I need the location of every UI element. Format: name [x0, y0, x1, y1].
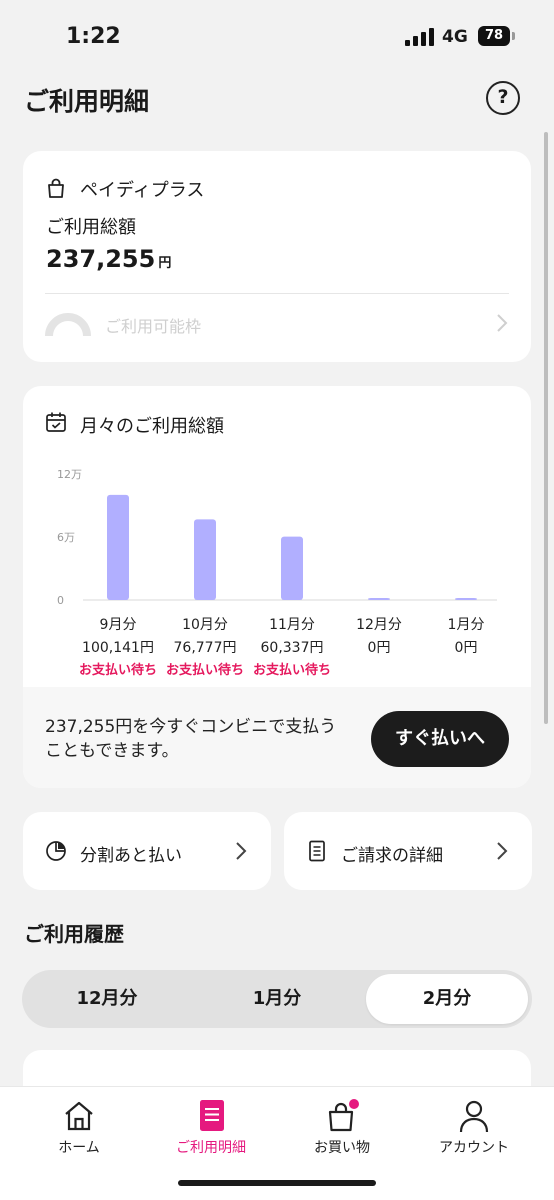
- y-tick-label: 0: [57, 594, 64, 607]
- statement-icon: [200, 1100, 224, 1131]
- chart-bar: [368, 598, 390, 600]
- chart-bar: [194, 519, 216, 600]
- pay-now-message: 237,255円を今すぐコンビニで支払うこともできます。: [45, 717, 337, 761]
- x-tick-label: 1月分: [448, 617, 485, 633]
- payment-status-label: お支払い待ち: [166, 662, 244, 678]
- tab-january[interactable]: 1月分: [196, 974, 358, 1024]
- installment-link[interactable]: 分割あと払い: [23, 812, 271, 890]
- scrollbar[interactable]: [544, 132, 548, 724]
- available-limit-label: ご利用可能枠: [105, 317, 202, 336]
- account-icon: [459, 1100, 489, 1133]
- help-button[interactable]: ?: [486, 81, 520, 115]
- tab-february[interactable]: 2月分: [366, 974, 528, 1024]
- payment-status-label: お支払い待ち: [253, 662, 331, 678]
- nav-home[interactable]: ホーム: [10, 1087, 148, 1167]
- billing-details-link[interactable]: ご請求の詳細: [284, 812, 532, 890]
- y-tick-label: 12万: [57, 468, 82, 481]
- chevron-right-icon: [497, 314, 508, 332]
- calendar-icon: [46, 412, 66, 432]
- nav-statement[interactable]: ご利用明細: [142, 1087, 280, 1167]
- x-tick-label: 11月分: [269, 617, 315, 633]
- signal-icon: [405, 28, 435, 46]
- brand-name: ペイディプラス: [80, 180, 205, 201]
- billing-details-label: ご請求の詳細: [341, 846, 443, 866]
- gauge-icon: [45, 313, 91, 336]
- nav-statement-label: ご利用明細: [176, 1140, 246, 1156]
- total-amount: 237,255 円: [46, 245, 171, 273]
- monthly-bar-chart: 06万12万9月分100,141円お支払い待ち10月分76,777円お支払い待ち…: [57, 468, 497, 678]
- chevron-right-icon: [497, 842, 508, 860]
- nav-account-label: アカウント: [439, 1140, 509, 1156]
- nav-shopping[interactable]: お買い物: [273, 1087, 411, 1167]
- chevron-right-icon: [236, 842, 247, 860]
- status-bar: 1:22 4G 78: [0, 0, 554, 70]
- battery-icon: 78: [478, 26, 510, 46]
- payment-status-label: お支払い待ち: [79, 662, 157, 678]
- pie-chart-icon: [46, 841, 66, 861]
- month-selector: 12月分 1月分 2月分: [22, 970, 532, 1028]
- installment-label: 分割あと払い: [80, 846, 182, 866]
- page-title: ご利用明細: [24, 87, 150, 116]
- battery-tip: [512, 32, 515, 40]
- document-icon: [309, 840, 325, 862]
- status-time: 1:22: [66, 24, 121, 49]
- nav-shopping-label: お買い物: [314, 1140, 370, 1156]
- chart-bar: [107, 494, 129, 600]
- home-icon: [65, 1101, 93, 1131]
- monthly-total-card: 月々のご利用総額 0 6万 12万 9月分 100,141円 お支払い待ち 10月分 76,7…: [23, 386, 531, 788]
- chart-bar: [281, 536, 303, 600]
- monthly-total-title: 月々のご利用総額: [80, 416, 224, 437]
- summary-card: ペイディプラス ご利用総額 237,255 円 ご利用可能枠: [23, 151, 531, 362]
- history-title: ご利用履歴: [24, 922, 124, 946]
- total-label: ご利用総額: [46, 217, 136, 238]
- bar-value-label: 76,777円: [174, 640, 237, 656]
- bar-value-label: 0円: [368, 640, 391, 656]
- total-amount-value: 237,255: [46, 245, 156, 273]
- shopping-bag-icon: [328, 1099, 359, 1132]
- bar-value-label: 60,337円: [261, 640, 324, 656]
- divider: [45, 293, 509, 294]
- nav-account[interactable]: アカウント: [405, 1087, 543, 1167]
- pay-now-button[interactable]: すぐ払いへ: [371, 711, 509, 767]
- x-tick-label: 9月分: [100, 617, 137, 633]
- shopping-bag-icon: [48, 178, 64, 198]
- bar-value-label: 0円: [455, 640, 478, 656]
- y-tick-label: 6万: [57, 531, 75, 544]
- network-label: 4G: [442, 27, 468, 47]
- home-indicator: [178, 1180, 376, 1186]
- nav-home-label: ホーム: [58, 1140, 100, 1156]
- chart-bar: [455, 598, 477, 600]
- bar-value-label: 100,141円: [82, 640, 154, 656]
- x-tick-label: 12月分: [356, 617, 402, 633]
- tab-december[interactable]: 12月分: [26, 974, 188, 1024]
- x-tick-label: 10月分: [182, 617, 228, 633]
- currency-label: 円: [158, 256, 172, 271]
- pay-now-section: 237,255円を今すぐコンビニで支払うこともできます。 すぐ払いへ: [23, 687, 531, 788]
